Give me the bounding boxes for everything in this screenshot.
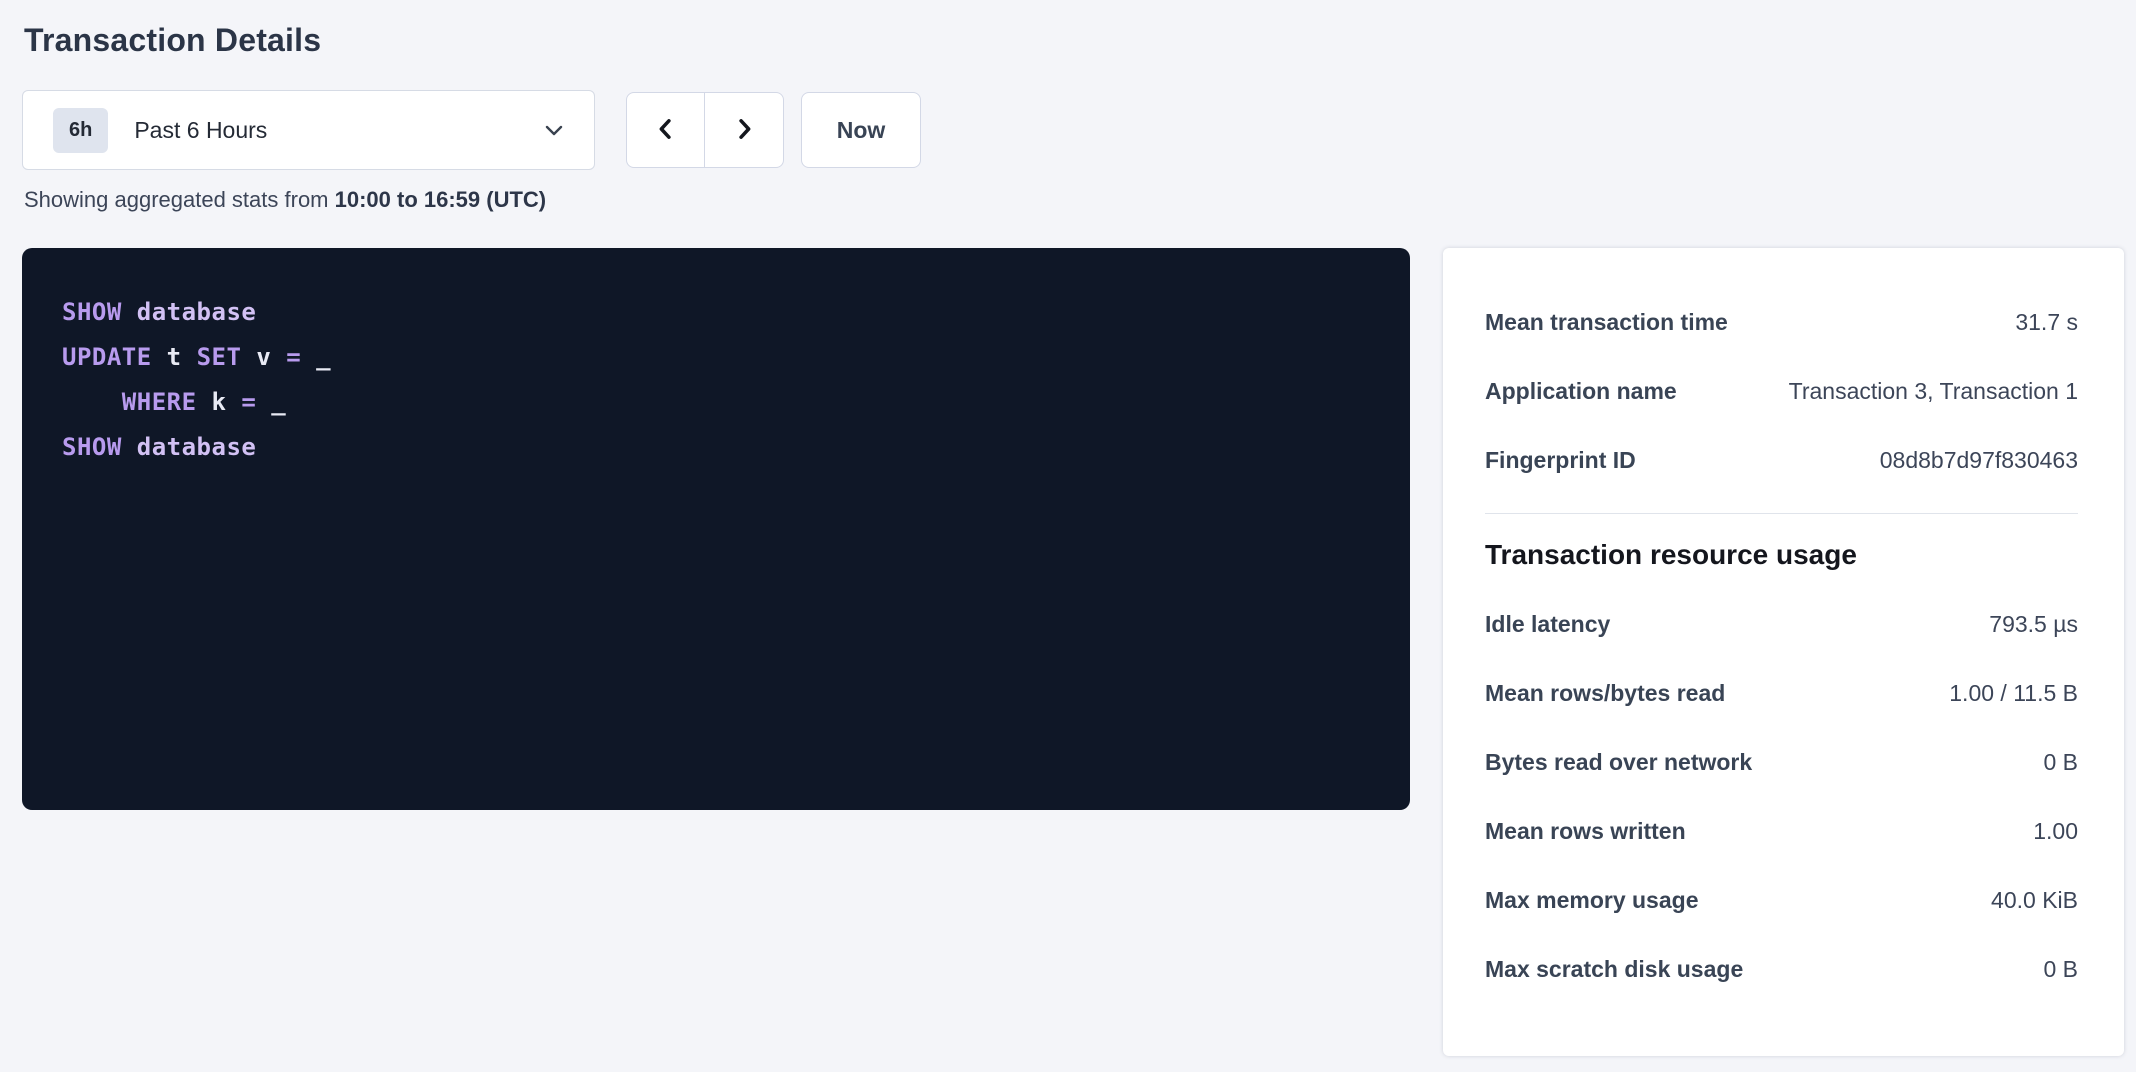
- stats-prefix: Showing aggregated stats from: [24, 187, 335, 212]
- time-range-badge: 6h: [53, 108, 108, 153]
- summary-row: Idle latency 793.5 µs: [1485, 590, 2078, 659]
- stat-value: 31.7 s: [2015, 309, 2078, 336]
- summary-row: Application name Transaction 3, Transacti…: [1485, 357, 2078, 426]
- stat-value: 793.5 µs: [1989, 611, 2078, 638]
- stat-value: 0 B: [2043, 749, 2078, 776]
- stat-label: Max memory usage: [1485, 887, 1698, 914]
- summary-row: Max memory usage 40.0 KiB: [1485, 866, 2078, 935]
- summary-row: Fingerprint ID 08d8b7d97f830463: [1485, 426, 2078, 495]
- time-pager: [626, 92, 784, 168]
- sql-keyword: WHERE: [122, 388, 197, 416]
- summary-row: Mean rows/bytes read 1.00 / 11.5 B: [1485, 659, 2078, 728]
- now-button[interactable]: Now: [801, 92, 921, 168]
- summary-card: Mean transaction time 31.7 s Application n…: [1443, 248, 2124, 1056]
- sql-text: _: [301, 343, 331, 371]
- stat-value: 08d8b7d97f830463: [1880, 447, 2078, 474]
- time-controls: 6h Past 6 Hours Now: [22, 90, 2124, 170]
- sql-keyword: =: [286, 343, 301, 371]
- overview-rows: Mean transaction time 31.7 s Application n…: [1485, 288, 2078, 495]
- chevron-left-icon: [652, 115, 680, 146]
- summary-row: Mean transaction time 31.7 s: [1485, 288, 2078, 357]
- sql-text: [122, 298, 137, 326]
- sql-text: _: [256, 388, 286, 416]
- sql-line: SHOW database: [62, 425, 1370, 470]
- stat-value: 1.00: [2033, 818, 2078, 845]
- stat-label: Bytes read over network: [1485, 749, 1752, 776]
- sql-keyword: =: [241, 388, 256, 416]
- sql-identifier: database: [137, 433, 257, 461]
- content-row: SHOW databaseUPDATE t SET v = _ WHERE k …: [22, 248, 2124, 1056]
- stat-label: Mean transaction time: [1485, 309, 1728, 336]
- sql-text: [62, 388, 122, 416]
- sql-line: UPDATE t SET v = _: [62, 335, 1370, 380]
- stat-value: 40.0 KiB: [1991, 887, 2078, 914]
- stats-range: 10:00 to 16:59 (UTC): [335, 187, 547, 212]
- stat-label: Application name: [1485, 378, 1677, 405]
- sql-text: [122, 433, 137, 461]
- transaction-details-page: Transaction Details 6h Past 6 Hours Now: [0, 0, 2136, 1056]
- stat-label: Mean rows/bytes read: [1485, 680, 1725, 707]
- aggregated-stats-text: Showing aggregated stats from 10:00 to 1…: [24, 186, 2124, 214]
- stat-label: Mean rows written: [1485, 818, 1686, 845]
- card-divider: [1485, 513, 2078, 514]
- stat-label: Max scratch disk usage: [1485, 956, 1743, 983]
- sql-line: SHOW database: [62, 290, 1370, 335]
- summary-row: Max scratch disk usage 0 B: [1485, 935, 2078, 1004]
- time-range-dropdown[interactable]: 6h Past 6 Hours: [22, 90, 595, 170]
- stat-value: 1.00 / 11.5 B: [1949, 680, 2078, 707]
- stat-value: 0 B: [2043, 956, 2078, 983]
- chevron-right-icon: [730, 115, 758, 146]
- time-range-label: Past 6 Hours: [134, 117, 267, 144]
- page-title: Transaction Details: [24, 20, 2124, 60]
- sql-text: v: [241, 343, 286, 371]
- sql-keyword: SHOW: [62, 298, 122, 326]
- sql-text: t: [152, 343, 197, 371]
- stat-label: Fingerprint ID: [1485, 447, 1636, 474]
- stat-label: Idle latency: [1485, 611, 1610, 638]
- stat-value: Transaction 3, Transaction 1: [1789, 378, 2078, 405]
- prev-time-button[interactable]: [627, 93, 705, 167]
- sql-identifier: database: [137, 298, 257, 326]
- resource-usage-heading: Transaction resource usage: [1485, 538, 2078, 572]
- sql-keyword: SET: [197, 343, 242, 371]
- sql-keyword: SHOW: [62, 433, 122, 461]
- summary-row: Bytes read over network 0 B: [1485, 728, 2078, 797]
- sql-statement-box: SHOW databaseUPDATE t SET v = _ WHERE k …: [22, 248, 1410, 810]
- chevron-down-icon: [542, 118, 566, 142]
- summary-row: Mean rows written 1.00: [1485, 797, 2078, 866]
- sql-line: WHERE k = _: [62, 380, 1370, 425]
- resource-rows: Idle latency 793.5 µs Mean rows/bytes read…: [1485, 590, 2078, 1004]
- next-time-button[interactable]: [705, 93, 783, 167]
- sql-text: k: [197, 388, 242, 416]
- sql-keyword: UPDATE: [62, 343, 152, 371]
